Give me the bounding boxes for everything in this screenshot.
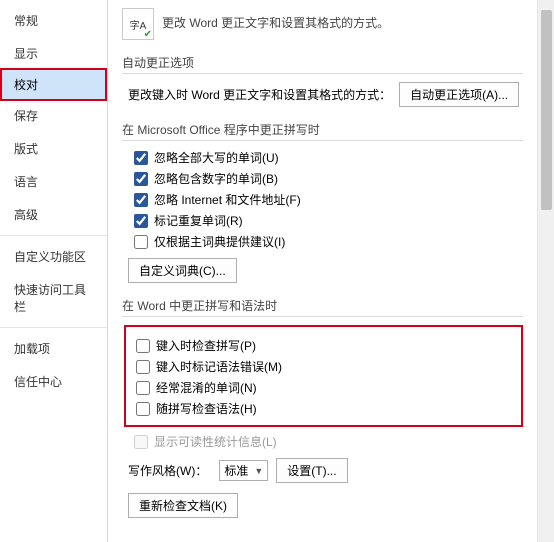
autocorrect-options-button[interactable]: 自动更正选项(A)... — [399, 82, 519, 107]
writing-style-label: 写作风格(W)： — [128, 462, 207, 479]
sidebar-item-customize-ribbon[interactable]: 自定义功能区 — [0, 240, 107, 273]
settings-button[interactable]: 设置(T)... — [276, 458, 347, 483]
sidebar-item-display[interactable]: 显示 — [0, 37, 107, 70]
autocorrect-description: 更改键入时 Word 更正文字和设置其格式的方式： — [128, 86, 391, 103]
check-ignore-uppercase[interactable]: 忽略全部大写的单词(U) — [134, 149, 523, 166]
section-autocorrect-title: 自动更正选项 — [122, 54, 523, 74]
main-content: 字A 更改 Word 更正文字和设置其格式的方式。 自动更正选项 更改键入时 W… — [108, 0, 537, 542]
chevron-down-icon: ▼ — [254, 466, 263, 476]
section-office-title: 在 Microsoft Office 程序中更正拼写时 — [122, 121, 523, 141]
proofing-icon: 字A — [122, 8, 154, 40]
writing-style-select[interactable]: 标准 ▼ — [219, 460, 268, 481]
sidebar-item-addins[interactable]: 加载项 — [0, 332, 107, 365]
sidebar-item-general[interactable]: 常规 — [0, 4, 107, 37]
section-word-title: 在 Word 中更正拼写和语法时 — [122, 297, 523, 317]
main-panel: 字A 更改 Word 更正文字和设置其格式的方式。 自动更正选项 更改键入时 W… — [108, 0, 554, 542]
check-readability-stats: 显示可读性统计信息(L) — [134, 433, 523, 450]
check-ignore-internet[interactable]: 忽略 Internet 和文件地址(F) — [134, 191, 523, 208]
sidebar-item-quick-access[interactable]: 快速访问工具栏 — [0, 273, 107, 323]
check-grammar-with-spelling[interactable]: 随拼写检查语法(H) — [136, 400, 517, 417]
check-confused-words[interactable]: 经常混淆的单词(N) — [136, 379, 517, 396]
sidebar-item-language[interactable]: 语言 — [0, 165, 107, 198]
sidebar: 常规 显示 校对 保存 版式 语言 高级 自定义功能区 快速访问工具栏 加载项 … — [0, 0, 108, 542]
sidebar-item-proofing[interactable]: 校对 — [0, 68, 107, 101]
scrollbar-thumb[interactable] — [541, 10, 552, 210]
separator — [0, 327, 107, 328]
check-grammar-as-type[interactable]: 键入时标记语法错误(M) — [136, 358, 517, 375]
check-ignore-numbers[interactable]: 忽略包含数字的单词(B) — [134, 170, 523, 187]
check-main-dict-only[interactable]: 仅根据主词典提供建议(I) — [134, 233, 523, 250]
vertical-scrollbar[interactable] — [537, 0, 554, 542]
separator — [0, 235, 107, 236]
sidebar-item-trust-center[interactable]: 信任中心 — [0, 365, 107, 398]
sidebar-item-advanced[interactable]: 高级 — [0, 198, 107, 231]
sidebar-item-layout[interactable]: 版式 — [0, 132, 107, 165]
check-spelling-as-type[interactable]: 键入时检查拼写(P) — [136, 337, 517, 354]
highlight-box: 键入时检查拼写(P) 键入时标记语法错误(M) 经常混淆的单词(N) 随拼写检查… — [124, 325, 523, 427]
writing-style-value: 标准 — [224, 462, 248, 479]
check-flag-repeated[interactable]: 标记重复单词(R) — [134, 212, 523, 229]
custom-dictionaries-button[interactable]: 自定义词典(C)... — [128, 258, 237, 283]
header-description: 更改 Word 更正文字和设置其格式的方式。 — [162, 8, 389, 31]
sidebar-item-save[interactable]: 保存 — [0, 99, 107, 132]
recheck-document-button[interactable]: 重新检查文档(K) — [128, 493, 238, 518]
